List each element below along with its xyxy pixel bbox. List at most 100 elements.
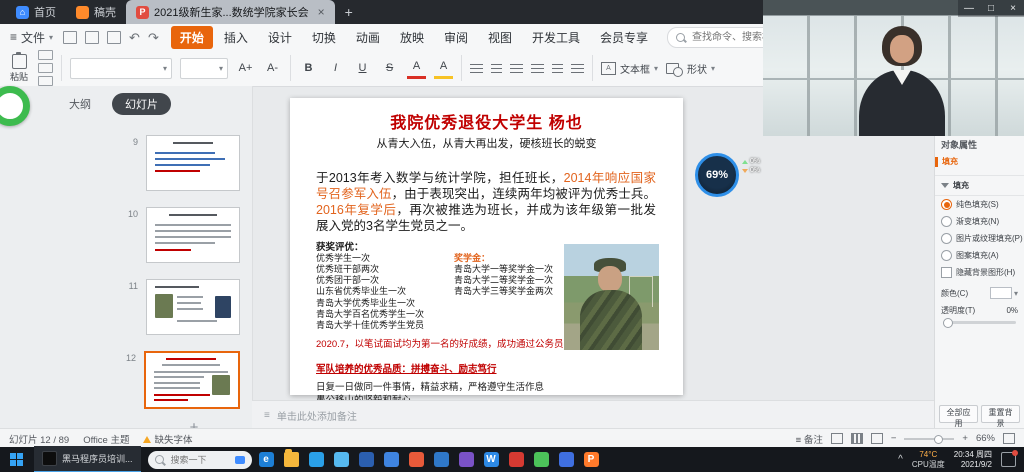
justify-icon[interactable] [531,64,544,73]
transparency-slider[interactable] [943,321,1016,324]
save-icon[interactable] [63,31,77,44]
panel-tab-fill[interactable]: 填充 [935,153,1024,170]
ribbon-tab-view[interactable]: 视图 [479,26,521,49]
slideshow-view-icon[interactable] [871,433,883,444]
ribbon-tab-insert[interactable]: 插入 [215,26,257,49]
highlight-color-button[interactable]: A [434,57,453,79]
taskbar-search-box[interactable] [148,451,252,469]
close-icon[interactable]: × [1002,0,1024,17]
redo-icon[interactable]: ↷ [148,31,159,44]
app-icon-8[interactable] [559,452,574,467]
qq-icon[interactable] [309,452,324,467]
slide-thumbnail-11[interactable] [146,279,240,335]
file-menu-button[interactable]: ≡ 文件 ▾ [10,29,53,46]
line-spacing-icon[interactable] [571,64,584,73]
slide-sorter-view-icon[interactable] [851,433,863,444]
zoom-slider-knob[interactable] [934,435,943,444]
missing-font-warning[interactable]: 缺失字体 [143,432,192,446]
notes-toggle[interactable]: ≡ 备注 [796,432,823,446]
slide-thumbnail-12-selected[interactable] [144,351,240,409]
start-button[interactable] [5,447,27,472]
increase-font-button[interactable]: A+ [236,59,255,78]
hide-background-checkbox[interactable]: 隐藏背景图形(H) [935,264,1024,281]
theme-name[interactable]: Office 主题 [83,432,129,446]
app-icon-2[interactable] [359,452,374,467]
wps-cloud-icon[interactable]: W [484,452,499,467]
tab-document[interactable]: P 2021级新生家...数统学院家长会 × [126,0,335,24]
taskbar-app-button[interactable]: 黑马程序员培训... [34,446,141,472]
close-tab-icon[interactable]: × [318,6,325,18]
hidden-icons-chevron[interactable]: ^ [898,454,903,465]
ribbon-tab-home[interactable]: 开始 [171,26,213,49]
browser-edge-icon[interactable]: e [259,452,274,467]
wps-presentation-icon[interactable]: P [584,452,599,467]
bullet-list-icon[interactable] [552,64,563,73]
zoom-slider[interactable] [904,438,954,440]
app-icon-1[interactable] [334,452,349,467]
decrease-font-button[interactable]: A- [263,59,282,78]
notification-center-icon[interactable] [1001,452,1016,467]
undo-icon[interactable]: ↶ [129,31,140,44]
italic-button[interactable]: I [326,59,345,78]
zoom-out-button[interactable]: − [891,433,897,444]
font-size-select[interactable]: ▾ [180,58,228,79]
copy-icon[interactable] [38,63,53,73]
textbox-button[interactable]: A 文本框 ▾ [601,61,658,76]
slide-thumbnail-9[interactable] [146,135,240,191]
slide-thumbnail-10[interactable] [146,207,240,263]
format-painter-icon[interactable] [38,76,53,86]
font-color-button[interactable]: A [407,57,426,79]
apply-all-button[interactable]: 全部应用 [939,405,978,423]
fill-option-picture[interactable]: 图片或纹理填充(P) [935,230,1024,247]
strikethrough-button[interactable]: S [380,59,399,78]
tab-outline[interactable]: 大纲 [56,93,104,115]
app-icon-5[interactable] [434,452,449,467]
memory-usage-ball[interactable]: 69% [695,153,739,197]
taskbar-search-input[interactable] [169,454,230,466]
app-icon-6[interactable] [459,452,474,467]
notes-bar[interactable]: ≡ 单击此处添加备注 [252,400,935,429]
ribbon-tab-transition[interactable]: 切换 [303,26,345,49]
cpu-temperature-widget[interactable]: 74°C CPU温度 [912,450,945,468]
performance-float-widget[interactable]: 69% 0% 0% [695,153,760,197]
underline-button[interactable]: U [353,59,372,78]
print-icon[interactable] [85,31,99,44]
tab-slides[interactable]: 幻灯片 [112,93,171,115]
ribbon-tab-review[interactable]: 审阅 [435,26,477,49]
ribbon-tab-slideshow[interactable]: 放映 [391,26,433,49]
slider-knob[interactable] [943,318,953,328]
webcam-video-window[interactable]: — □ × [763,0,1024,136]
fill-option-gradient[interactable]: 渐变填充(N) [935,213,1024,230]
minimize-icon[interactable]: — [958,0,980,17]
reset-background-button[interactable]: 重置背景 [981,405,1020,423]
tab-gaoke[interactable]: 稿壳 [66,0,126,24]
paste-button[interactable]: 粘贴 [8,54,30,83]
align-center-icon[interactable] [491,64,502,73]
app-icon-4[interactable] [409,452,424,467]
fit-to-window-icon[interactable] [1003,433,1015,444]
fill-option-solid[interactable]: 纯色填充(S) [935,196,1024,213]
normal-view-icon[interactable] [831,433,843,444]
ribbon-tab-animation[interactable]: 动画 [347,26,389,49]
taskbar-clock[interactable]: 20:34 周四 2021/9/2 [954,450,992,469]
zoom-level[interactable]: 66% [976,433,995,444]
font-family-select[interactable]: ▾ [70,58,172,79]
bold-button[interactable]: B [299,59,318,78]
align-right-icon[interactable] [510,64,523,73]
color-swatch-dropdown[interactable]: ▾ [990,287,1018,299]
shapes-button[interactable]: 形状 ▾ [666,61,715,76]
cut-icon[interactable] [38,50,53,60]
file-explorer-icon[interactable] [284,452,299,467]
tab-home[interactable]: ⌂ 首页 [6,0,66,24]
fill-option-pattern[interactable]: 图案填充(A) [935,247,1024,264]
align-left-icon[interactable] [470,64,483,73]
zoom-in-button[interactable]: + [962,433,968,444]
print-preview-icon[interactable] [107,31,121,44]
wechat-icon[interactable] [534,452,549,467]
slide-canvas[interactable]: 我院优秀退役大学生 杨也 从青大入伍，从青大再出发，硬核班长的蜕变 于2013年… [290,98,683,395]
fill-section-header[interactable]: 填充 [935,175,1024,196]
ribbon-tab-design[interactable]: 设计 [259,26,301,49]
ribbon-tab-developer[interactable]: 开发工具 [523,26,589,49]
ribbon-tab-member[interactable]: 会员专享 [591,26,657,49]
app-icon-3[interactable] [384,452,399,467]
